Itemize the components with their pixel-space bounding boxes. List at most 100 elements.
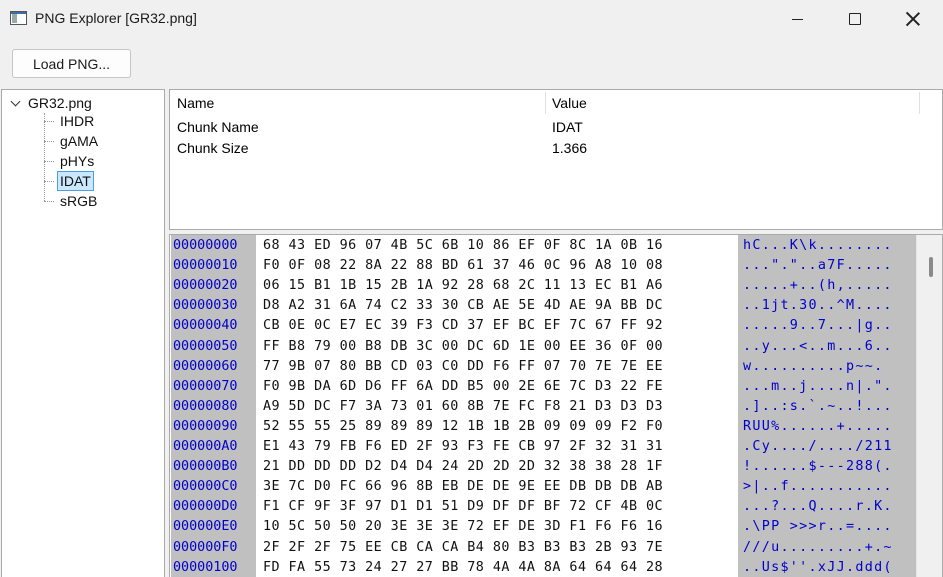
hex-ascii: hC...K\k........ <box>743 238 893 253</box>
hex-bytes: 52 55 55 25 89 89 89 12 1B 1B 2B 09 09 0… <box>263 418 664 434</box>
hex-row[interactable]: 000000D0 F1 CF 9F 3F 97 D1 D1 51 D9 DF DF… <box>170 498 918 518</box>
maximize-icon <box>849 13 861 25</box>
chevron-down-icon[interactable] <box>10 97 22 109</box>
scrollbar-thumb[interactable] <box>929 257 933 277</box>
hex-address: 00000080 <box>173 398 238 414</box>
hex-row[interactable]: 00000040 CB 0E 0C E7 EC 39 F3 CD 37 EF BC… <box>170 317 918 337</box>
close-button[interactable] <box>884 0 942 38</box>
properties-list[interactable]: Name Value Chunk Name IDAT Chunk Size 1.… <box>169 89 943 230</box>
tree-root-label: GR32.png <box>28 95 92 111</box>
hex-bytes: 3E 7C D0 FC 66 96 8B EB DE DE 9E EE DB D… <box>263 479 664 495</box>
hex-bytes: CB 0E 0C E7 EC 39 F3 CD 37 EF BC EF 7C 6… <box>263 318 664 334</box>
hex-address: 00000040 <box>173 318 238 334</box>
hex-row[interactable]: 000000B0 21 DD DD DD D2 D4 D4 24 2D 2D 2D… <box>170 458 918 478</box>
tree-item-label: IHDR <box>60 113 95 129</box>
hex-address: 00000090 <box>173 418 238 434</box>
hex-bytes: E1 43 79 FB F6 ED 2F 93 F3 FE CB 97 2F 3… <box>263 439 664 454</box>
hex-bytes: 21 DD DD DD D2 D4 D4 24 2D 2D 2D 32 38 3… <box>263 459 664 475</box>
property-row[interactable]: Chunk Name IDAT <box>170 119 942 140</box>
hex-bytes: 2F 2F 2F 75 EE CB CA CA B4 80 B3 B3 B3 2… <box>263 539 664 555</box>
hex-ascii: .....9..7...|g.. <box>743 318 893 334</box>
hex-row[interactable]: 00000030 D8 A2 31 6A 74 C2 33 30 CB AE 5E… <box>170 297 918 317</box>
hex-ascii: ...m..j....n|.". <box>743 378 893 394</box>
hex-ascii: w..........p~~. <box>743 358 884 374</box>
hex-bytes: FF B8 79 00 B8 DB 3C 00 DC 6D 1E 00 EE 3… <box>263 338 664 354</box>
hex-address: 00000050 <box>173 338 238 354</box>
hex-ascii: RUU%......+..... <box>743 418 893 434</box>
hex-ascii: ..y...<..m...6.. <box>743 338 893 354</box>
hex-bytes: A9 5D DC F7 3A 73 01 60 8B 7E FC F8 21 D… <box>263 398 664 414</box>
close-icon <box>906 12 920 26</box>
hex-ascii: ..."."..a7F..... <box>743 258 893 274</box>
hex-address: 00000030 <box>173 298 238 314</box>
tree-item-gama[interactable]: gAMA <box>44 131 101 151</box>
hex-ascii: .]..:s.`.~..!... <box>743 398 893 414</box>
hex-row[interactable]: 00000090 52 55 55 25 89 89 89 12 1B 1B 2B… <box>170 418 918 438</box>
tree-item-label: gAMA <box>60 133 99 149</box>
hex-row[interactable]: 00000070 F0 9B DA 6D D6 FF 6A DD B5 00 2E… <box>170 378 918 398</box>
column-header-name[interactable]: Name <box>177 95 214 111</box>
hex-ascii: .....+..(h,..... <box>743 278 893 294</box>
tree-item-phys[interactable]: pHYs <box>44 151 97 171</box>
hex-bytes: F1 CF 9F 3F 97 D1 D1 51 D9 DF DF BF 72 C… <box>263 499 664 515</box>
column-divider[interactable] <box>919 92 920 114</box>
hex-row[interactable]: 000000E0 10 5C 50 50 20 3E 3E 3E 72 EF DE… <box>170 518 918 538</box>
hex-address: 000000B0 <box>173 459 238 475</box>
column-header-value[interactable]: Value <box>552 95 587 111</box>
hex-row[interactable]: 00000080 A9 5D DC F7 3A 73 01 60 8B 7E FC… <box>170 398 918 418</box>
hex-bytes: 10 5C 50 50 20 3E 3E 3E 72 EF DE 3D F1 F… <box>263 519 664 535</box>
window-title: PNG Explorer [GR32.png] <box>35 10 197 26</box>
hex-row[interactable]: 000000A0 E1 43 79 FB F6 ED 2F 93 F3 FE CB… <box>170 438 918 458</box>
hex-row[interactable]: 00000050 FF B8 79 00 B8 DB 3C 00 DC 6D 1E… <box>170 338 918 358</box>
hex-ascii: .Cy..../..../211 <box>743 439 893 454</box>
tree-item-idat[interactable]: IDAT <box>44 171 94 191</box>
hex-bytes: F0 0F 08 22 8A 22 88 BD 61 37 46 0C 96 A… <box>263 258 664 274</box>
properties-header: Name Value <box>170 90 942 114</box>
minimize-icon <box>791 18 803 20</box>
hex-ascii: >|..f........... <box>743 479 893 495</box>
hex-address: 00000010 <box>173 258 238 274</box>
maximize-button[interactable] <box>826 0 884 38</box>
load-png-button[interactable]: Load PNG... <box>12 49 131 78</box>
hex-row[interactable]: 00000010 F0 0F 08 22 8A 22 88 BD 61 37 46… <box>170 257 918 277</box>
hex-viewer[interactable]: 00000000 68 43 ED 96 07 4B 5C 6B 10 86 EF… <box>169 234 943 577</box>
hex-bytes: 68 43 ED 96 07 4B 5C 6B 10 86 EF 0F 8C 1… <box>263 238 664 253</box>
tree-item-srgb[interactable]: sRGB <box>44 191 100 211</box>
chunk-tree[interactable]: GR32.png IHDR gAMA pHYs IDAT sRGB <box>1 89 165 577</box>
hex-row[interactable]: 00000060 77 9B 07 80 BB CD 03 C0 DD F6 FF… <box>170 358 918 378</box>
hex-bytes: 77 9B 07 80 BB CD 03 C0 DD F6 FF 07 70 7… <box>263 358 664 374</box>
property-row[interactable]: Chunk Size 1.366 <box>170 140 942 161</box>
property-name: Chunk Size <box>177 140 249 156</box>
tree-root-item[interactable]: GR32.png <box>10 93 92 113</box>
hex-row[interactable]: 000000C0 3E 7C D0 FC 66 96 8B EB DE DE 9E… <box>170 478 918 498</box>
minimize-button[interactable] <box>768 0 826 38</box>
hex-row[interactable]: 00000000 68 43 ED 96 07 4B 5C 6B 10 86 EF… <box>170 237 918 257</box>
hex-bytes: 06 15 B1 1B 15 2B 1A 92 28 68 2C 11 13 E… <box>263 278 664 294</box>
property-value: IDAT <box>552 119 583 135</box>
hex-bytes: F0 9B DA 6D D6 FF 6A DD B5 00 2E 6E 7C D… <box>263 378 664 394</box>
column-divider[interactable] <box>545 92 546 114</box>
property-value: 1.366 <box>552 140 588 156</box>
hex-bytes: D8 A2 31 6A 74 C2 33 30 CB AE 5E 4D AE 9… <box>263 298 664 314</box>
hex-address: 000000C0 <box>173 479 238 495</box>
hex-ascii: !......$---288(. <box>743 459 893 475</box>
hex-ascii: ..Us$''.xJJ.ddd( <box>743 559 893 575</box>
property-name: Chunk Name <box>177 119 259 135</box>
hex-address: 000000D0 <box>173 499 238 515</box>
hex-ascii: ...?...Q....r.K. <box>743 499 893 515</box>
tree-item-label: IDAT <box>57 171 94 191</box>
hex-address: 000000E0 <box>173 519 238 535</box>
hex-address: 00000020 <box>173 278 238 294</box>
vertical-scrollbar[interactable] <box>916 235 942 577</box>
title-bar: PNG Explorer [GR32.png] <box>0 0 943 38</box>
hex-row[interactable]: 00000100 FD FA 55 73 24 27 27 BB 78 4A 4A… <box>170 559 918 577</box>
tree-item-ihdr[interactable]: IHDR <box>44 111 97 131</box>
hex-ascii: .\PP >>>r..=.... <box>743 519 893 535</box>
hex-address: 000000F0 <box>173 539 238 555</box>
hex-address: 00000070 <box>173 378 238 394</box>
hex-ascii: ..1jt.30..^M.... <box>743 298 893 314</box>
hex-address: 00000060 <box>173 358 238 374</box>
tree-item-label: pHYs <box>60 153 95 169</box>
hex-row[interactable]: 00000020 06 15 B1 1B 15 2B 1A 92 28 68 2C… <box>170 277 918 297</box>
hex-row[interactable]: 000000F0 2F 2F 2F 75 EE CB CA CA B4 80 B3… <box>170 539 918 559</box>
